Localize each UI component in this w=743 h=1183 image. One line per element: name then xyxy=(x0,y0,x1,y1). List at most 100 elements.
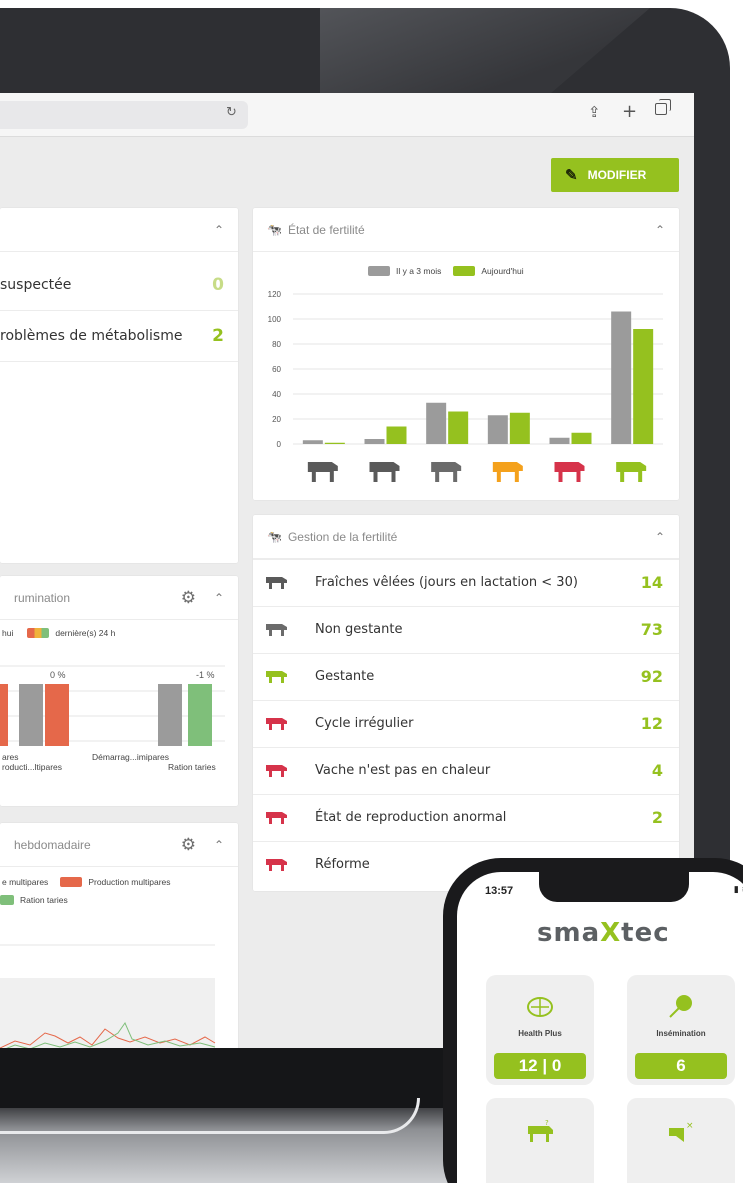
bar-today xyxy=(509,412,530,444)
bar-today xyxy=(448,411,469,444)
collapse-chevron-icon[interactable]: ⌃ xyxy=(214,591,224,605)
modify-button-label: MODIFIER xyxy=(587,168,647,182)
legend-label: Aujourd'hui xyxy=(481,266,524,276)
no-heat-cow-icon xyxy=(266,765,287,777)
management-row[interactable]: État de reproduction anormal 2 xyxy=(253,794,679,839)
tabs-icon[interactable] xyxy=(655,99,671,115)
gear-icon[interactable]: ⚙ xyxy=(181,588,196,608)
management-row-count: 14 xyxy=(640,572,663,592)
fertility-state-header[interactable]: 🐄 État de fertilité ⌃ xyxy=(253,208,679,252)
signal-wifi-battery-icon: ▮ ≋ ▮ xyxy=(733,885,743,895)
management-row-count: 4 xyxy=(651,760,663,780)
cow-icon xyxy=(554,462,585,482)
bar-label: -1 % xyxy=(196,670,215,680)
rumination-bar xyxy=(45,684,69,746)
bar-label: 0 % xyxy=(50,670,66,680)
cow-icon xyxy=(616,462,647,482)
rumination-card: rumination ⚙ ⌃ hui dernière(s) 24 h 0 % xyxy=(0,576,238,806)
pregnant-cow-icon xyxy=(266,671,287,683)
health-card-header[interactable]: ⌃ xyxy=(0,208,238,252)
cow-category-icon xyxy=(554,462,585,482)
cow-category-icon xyxy=(431,462,462,482)
collapse-chevron-icon[interactable]: ⌃ xyxy=(214,838,224,852)
management-row-label: Fraîches vêlées (jours en lactation < 30… xyxy=(315,574,578,590)
cow-icon xyxy=(369,462,400,482)
cow-icon xyxy=(431,462,462,482)
management-row-count: 2 xyxy=(651,807,663,827)
rumination-bar xyxy=(19,684,43,746)
health-row[interactable]: roblèmes de métabolisme 2 xyxy=(0,311,238,362)
management-row-label: Réforme xyxy=(315,856,370,872)
rumination-card-title: rumination xyxy=(14,590,71,605)
fertility-management-header[interactable]: 🐄 Gestion de la fertilité ⌃ xyxy=(253,515,679,559)
cow-icon: 🐄 xyxy=(267,222,282,237)
bar-previous xyxy=(611,311,632,444)
x-axis-label: roducti...ltipares xyxy=(2,762,62,772)
weekly-line-chart xyxy=(0,944,216,1050)
svg-text:?: ? xyxy=(545,1120,549,1127)
y-tick-label: 100 xyxy=(268,315,282,324)
open-cow-tile[interactable]: ? xyxy=(486,1098,594,1183)
gear-icon[interactable]: ⚙ xyxy=(181,835,196,855)
collapse-chevron-icon[interactable]: ⌃ xyxy=(655,530,665,544)
rumination-bar xyxy=(0,684,8,746)
management-row-label: Vache n'est pas en chaleur xyxy=(315,762,491,778)
logo-x: X xyxy=(600,918,622,948)
phone-time: 13:57 xyxy=(485,885,514,897)
share-icon[interactable]: ⇪ xyxy=(588,103,601,121)
fresh-cow-icon xyxy=(266,577,287,589)
no-heat-tile[interactable]: × xyxy=(627,1098,735,1183)
health-row[interactable]: suspectée 0 xyxy=(0,260,238,311)
management-row-count: 12 xyxy=(640,713,663,733)
health-row-label: suspectée xyxy=(0,277,72,293)
weekly-card-header[interactable]: hebdomadaire ⚙ ⌃ xyxy=(0,823,238,867)
weekly-legend: e multipares Production multipares xyxy=(2,877,171,887)
health-plus-tile[interactable]: Health Plus 12 | 0 xyxy=(486,975,594,1085)
modify-button[interactable]: ✎ MODIFIER xyxy=(551,158,679,192)
cow-icon xyxy=(307,462,338,482)
logo-text: tec xyxy=(621,918,670,948)
rumination-legend: hui dernière(s) 24 h xyxy=(2,628,115,638)
bar-previous xyxy=(426,402,447,444)
legend-label: Production multipares xyxy=(88,877,171,887)
bar-today xyxy=(571,432,592,444)
y-tick-label: 120 xyxy=(268,290,282,299)
collapse-chevron-icon[interactable]: ⌃ xyxy=(214,223,224,237)
bar-today xyxy=(386,426,407,444)
reload-icon[interactable]: ↻ xyxy=(226,105,237,120)
y-tick-label: 0 xyxy=(277,440,282,449)
rumination-bar xyxy=(158,684,182,746)
bar-today xyxy=(324,442,345,444)
management-row[interactable]: Fraîches vêlées (jours en lactation < 30… xyxy=(253,559,679,604)
address-bar[interactable] xyxy=(0,101,248,129)
open-cow-icon: ? xyxy=(528,1120,553,1142)
tile-label: Insémination xyxy=(656,1029,706,1038)
weekly-card-title: hebdomadaire xyxy=(14,837,91,852)
pencil-icon: ✎ xyxy=(565,167,578,184)
management-row[interactable]: Cycle irrégulier 12 xyxy=(253,700,679,745)
fertility-management-card: 🐄 Gestion de la fertilité ⌃ Fraîches vêl… xyxy=(253,515,679,891)
management-row[interactable]: Gestante 92 xyxy=(253,653,679,698)
logo-text: sma xyxy=(537,918,601,948)
scene: ↻ ⇪ + ✎ MODIFIER ⌃ suspectée 0 roblèmes … xyxy=(0,0,743,1183)
health-card: ⌃ suspectée 0 roblèmes de métabolisme 2 xyxy=(0,208,238,563)
management-row[interactable]: Non gestante 73 xyxy=(253,606,679,651)
plus-icon[interactable]: + xyxy=(622,101,637,122)
abnormal-repro-icon xyxy=(266,812,287,824)
management-row-label: Gestante xyxy=(315,668,375,684)
fertility-bar-chart: 0 20 40 60 80 100 120 xyxy=(268,290,663,482)
legend-swatch-multicolor xyxy=(27,628,50,638)
x-axis-label: Démarrag...imipares xyxy=(92,752,169,762)
phone-notch xyxy=(539,872,689,902)
rumination-bar xyxy=(188,684,212,746)
fertility-management-title: Gestion de la fertilité xyxy=(287,529,398,544)
health-row-label: roblèmes de métabolisme xyxy=(0,328,183,344)
insemination-tile[interactable]: Insémination 6 xyxy=(627,975,735,1085)
fertility-state-title: État de fertilité xyxy=(287,222,365,237)
management-row[interactable]: Vache n'est pas en chaleur 4 xyxy=(253,747,679,792)
collapse-chevron-icon[interactable]: ⌃ xyxy=(655,223,665,237)
cow-category-icon xyxy=(369,462,400,482)
bar-previous xyxy=(549,437,570,444)
rumination-card-header[interactable]: rumination ⚙ ⌃ xyxy=(0,576,238,620)
management-row-count: 92 xyxy=(640,666,663,686)
